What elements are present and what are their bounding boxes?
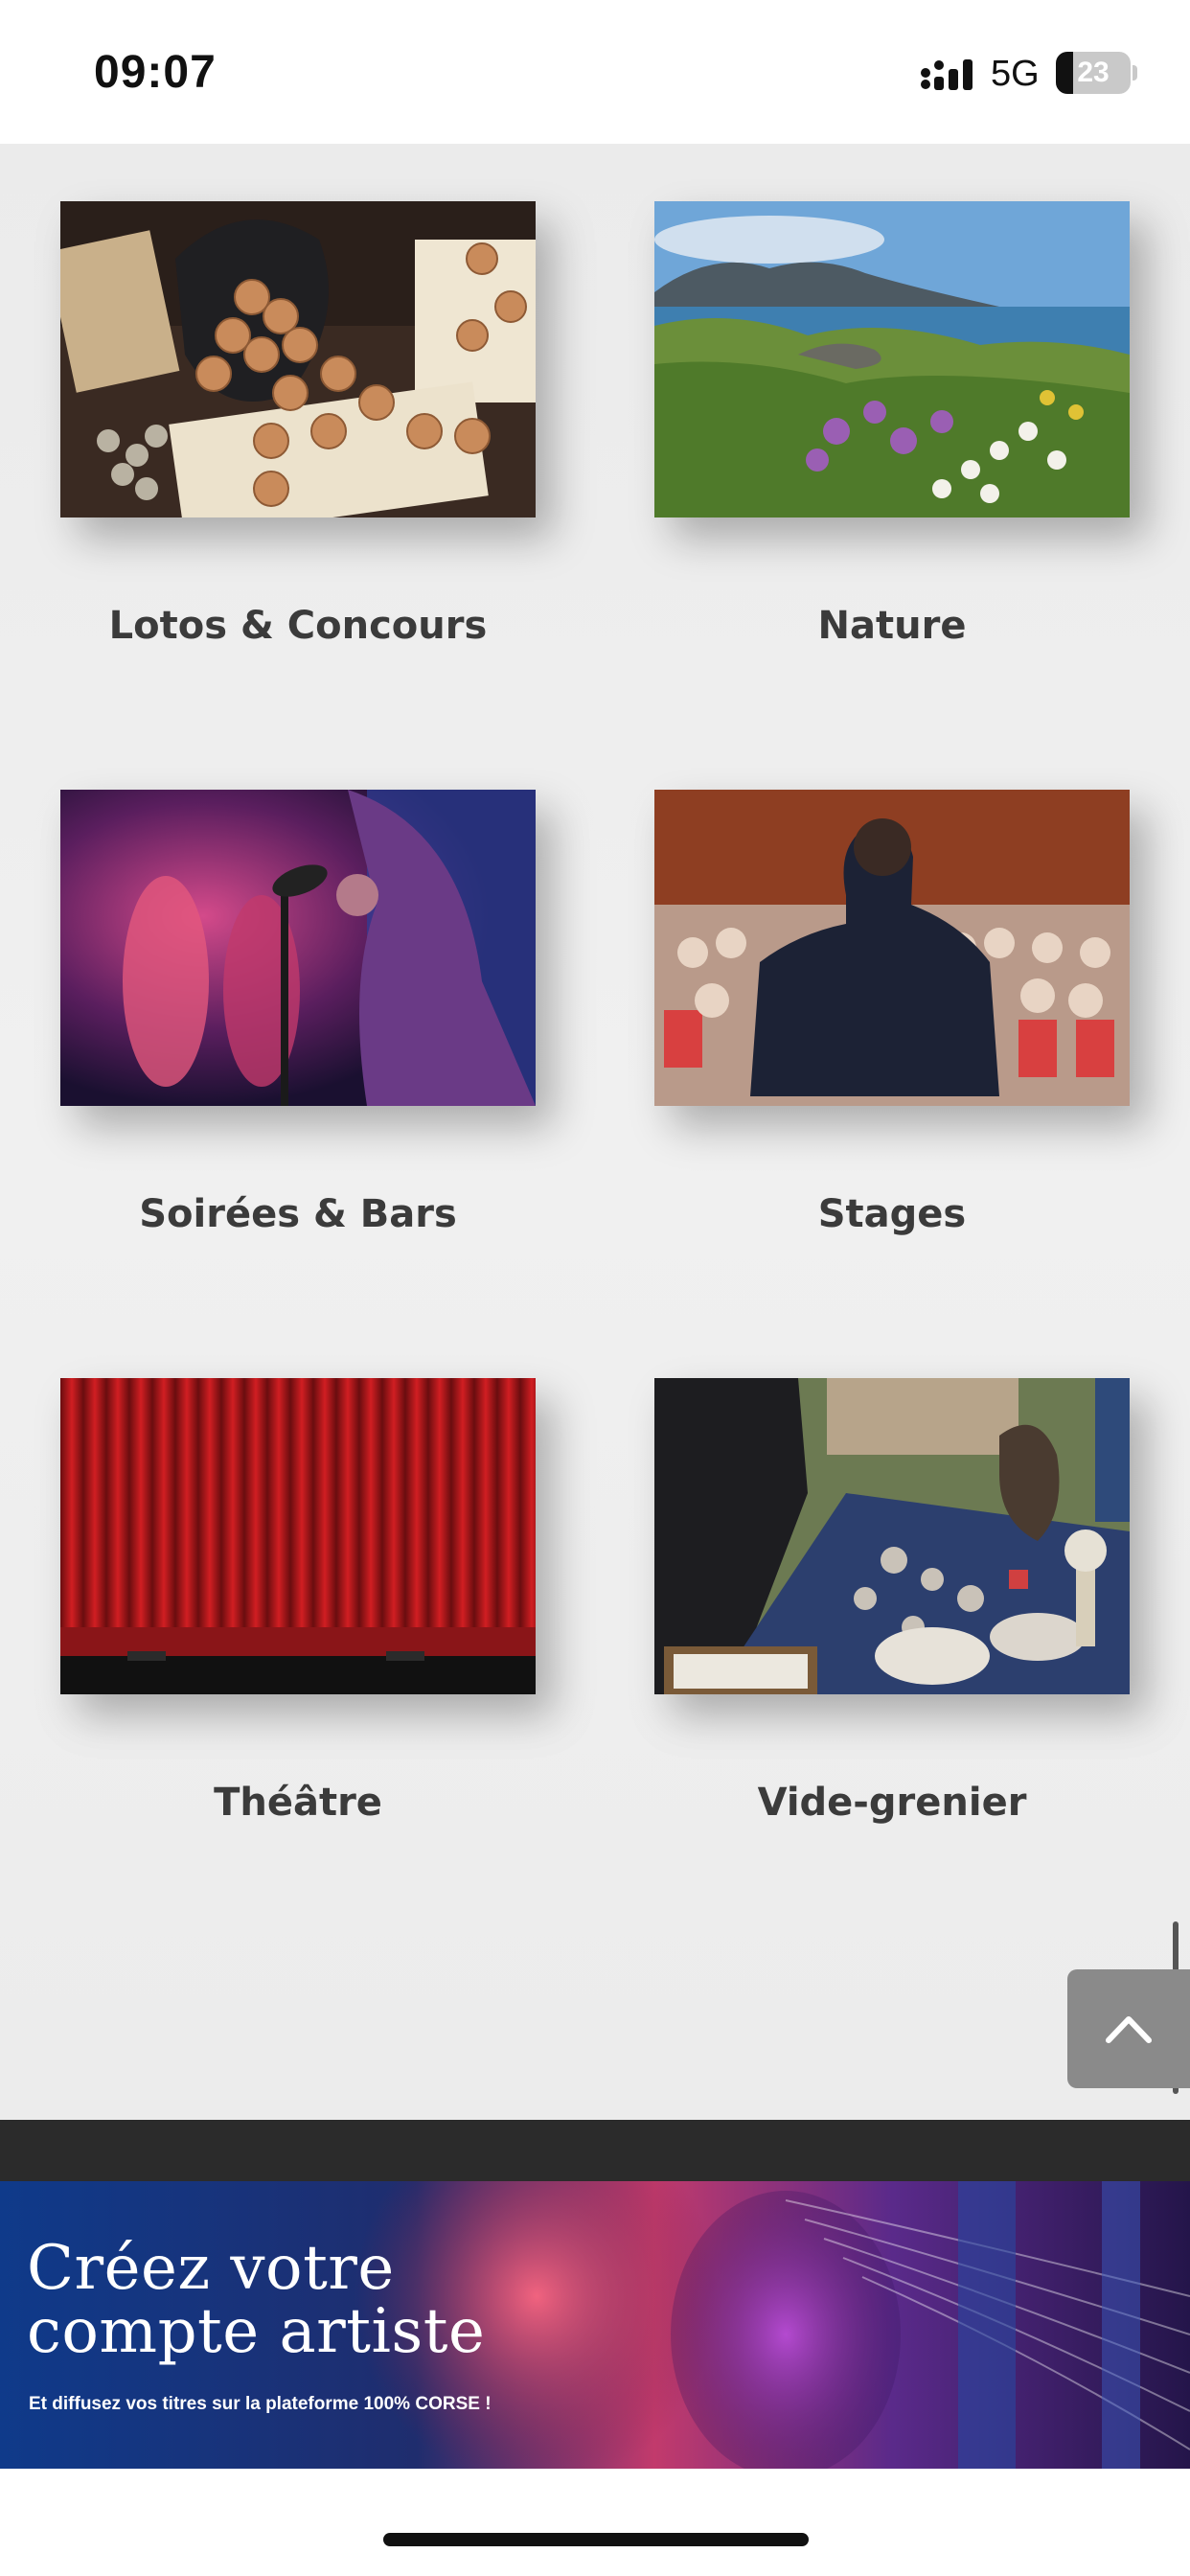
chevron-up-icon bbox=[1106, 2016, 1152, 2043]
banner-subtitle: Et diffusez vos titres sur la plateforme… bbox=[29, 2394, 492, 2414]
scroll-top-button[interactable] bbox=[1067, 1969, 1190, 2088]
banner-title-line-2: compte artiste bbox=[27, 2296, 486, 2367]
category-label: Nature bbox=[817, 604, 967, 648]
red-curtain-photo[interactable] bbox=[60, 1378, 536, 1694]
bottom-safe-area bbox=[0, 2469, 1190, 2576]
status-time: 09:07 bbox=[94, 47, 217, 98]
footer-bar bbox=[0, 2120, 1190, 2181]
status-bar: 09:07 5G 23 bbox=[0, 0, 1190, 144]
home-indicator[interactable] bbox=[383, 2533, 809, 2546]
singer-microphone-photo[interactable] bbox=[60, 790, 536, 1106]
banner-title-line-1: Créez votre bbox=[27, 2233, 395, 2304]
banner-title: Créez votre compte artiste bbox=[27, 2237, 485, 2363]
category-label: Soirées & Bars bbox=[139, 1192, 457, 1236]
network-label: 5G bbox=[991, 54, 1040, 94]
conference-speaker-photo[interactable] bbox=[654, 790, 1130, 1106]
category-grid: Lotos & Concours Nature Soirées & Bars S… bbox=[0, 144, 1190, 2120]
artist-account-banner[interactable]: Créez votre compte artiste Et diffusez v… bbox=[0, 2181, 1190, 2469]
battery-level: 23 bbox=[1077, 57, 1110, 88]
category-label: Lotos & Concours bbox=[108, 604, 488, 648]
signal-icon bbox=[921, 59, 973, 90]
category-label: Théâtre bbox=[214, 1781, 382, 1825]
lotto-tokens-photo[interactable] bbox=[60, 201, 536, 518]
category-label: Stages bbox=[817, 1192, 967, 1236]
coastal-flowers-photo[interactable] bbox=[654, 201, 1130, 518]
battery-cap bbox=[1133, 65, 1137, 80]
category-label: Vide-grenier bbox=[757, 1781, 1027, 1825]
flea-market-table-photo[interactable] bbox=[654, 1378, 1130, 1694]
battery-icon: 23 bbox=[1056, 52, 1131, 94]
